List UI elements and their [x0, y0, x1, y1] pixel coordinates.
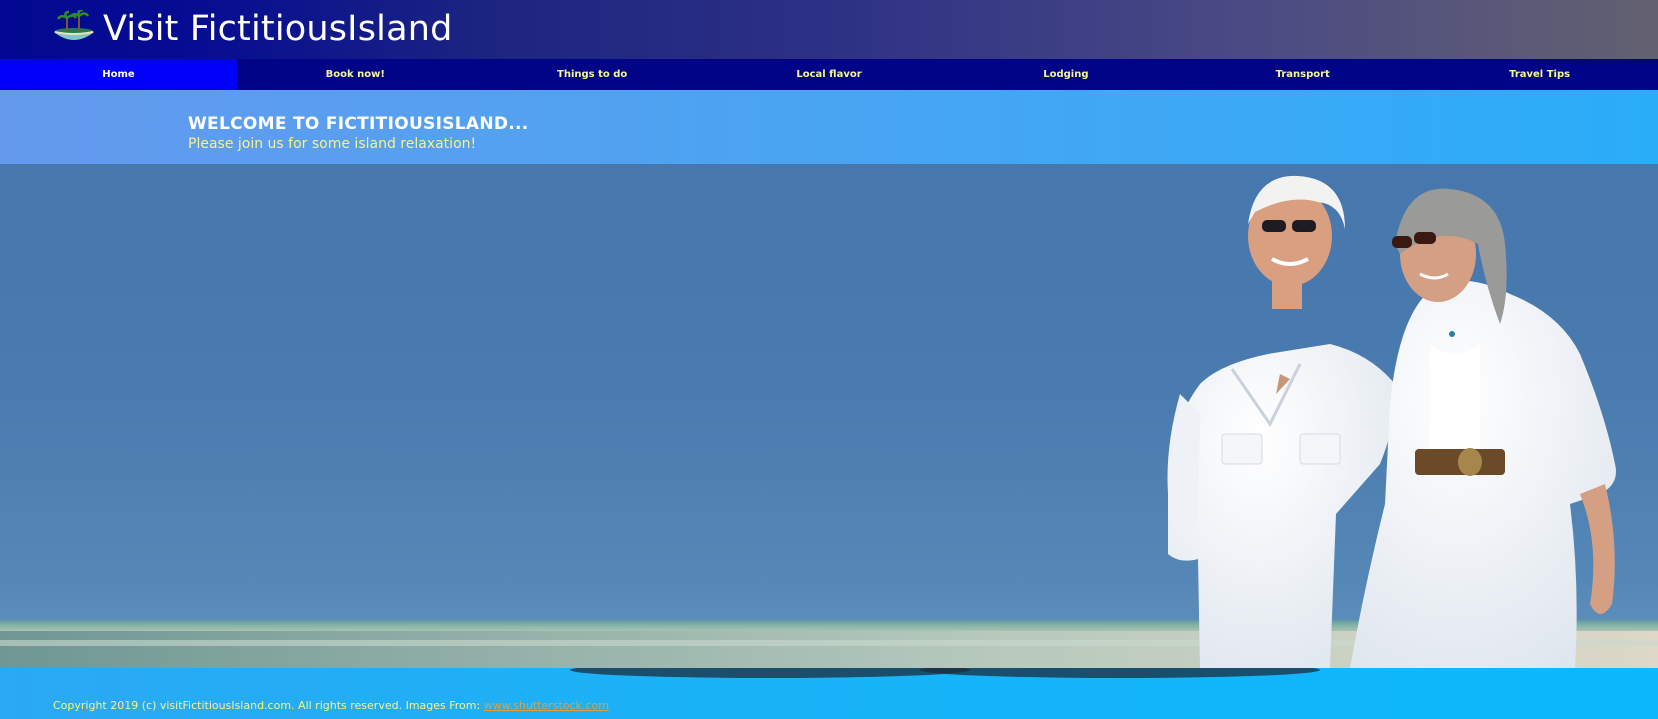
site-title: Visit FictitiousIsland — [103, 9, 453, 49]
welcome-subtitle: Please join us for some island relaxatio… — [188, 136, 477, 152]
welcome-title: WELCOME TO FICTITIOUSISLAND... — [188, 114, 529, 134]
copyright-label: Copyright 2019 (c) visitFictitiousIsland… — [53, 699, 484, 712]
hero-image — [0, 164, 1658, 668]
main-nav: Home Book now! Things to do Local flavor… — [0, 59, 1658, 90]
copyright-text: Copyright 2019 (c) visitFictitiousIsland… — [53, 699, 609, 712]
beach-couple-photo — [0, 175, 1658, 668]
man-figure — [1167, 175, 1396, 668]
site-header: Visit FictitiousIsland — [0, 0, 1658, 59]
woman-figure — [1350, 188, 1616, 668]
nav-item-local-flavor[interactable]: Local flavor — [711, 59, 948, 90]
footer-shadow — [570, 668, 1320, 678]
island-palm-icon[interactable] — [53, 10, 95, 44]
nav-item-home[interactable]: Home — [0, 59, 237, 90]
site-footer: Copyright 2019 (c) visitFictitiousIsland… — [0, 668, 1658, 719]
nav-item-transport[interactable]: Transport — [1184, 59, 1421, 90]
welcome-banner: WELCOME TO FICTITIOUSISLAND... Please jo… — [0, 90, 1658, 164]
nav-item-travel-tips[interactable]: Travel Tips — [1421, 59, 1658, 90]
nav-item-book-now[interactable]: Book now! — [237, 59, 474, 90]
nav-item-things-to-do[interactable]: Things to do — [474, 59, 711, 90]
shutterstock-link[interactable]: www.shutterstock.com — [484, 699, 609, 712]
nav-item-lodging[interactable]: Lodging — [947, 59, 1184, 90]
